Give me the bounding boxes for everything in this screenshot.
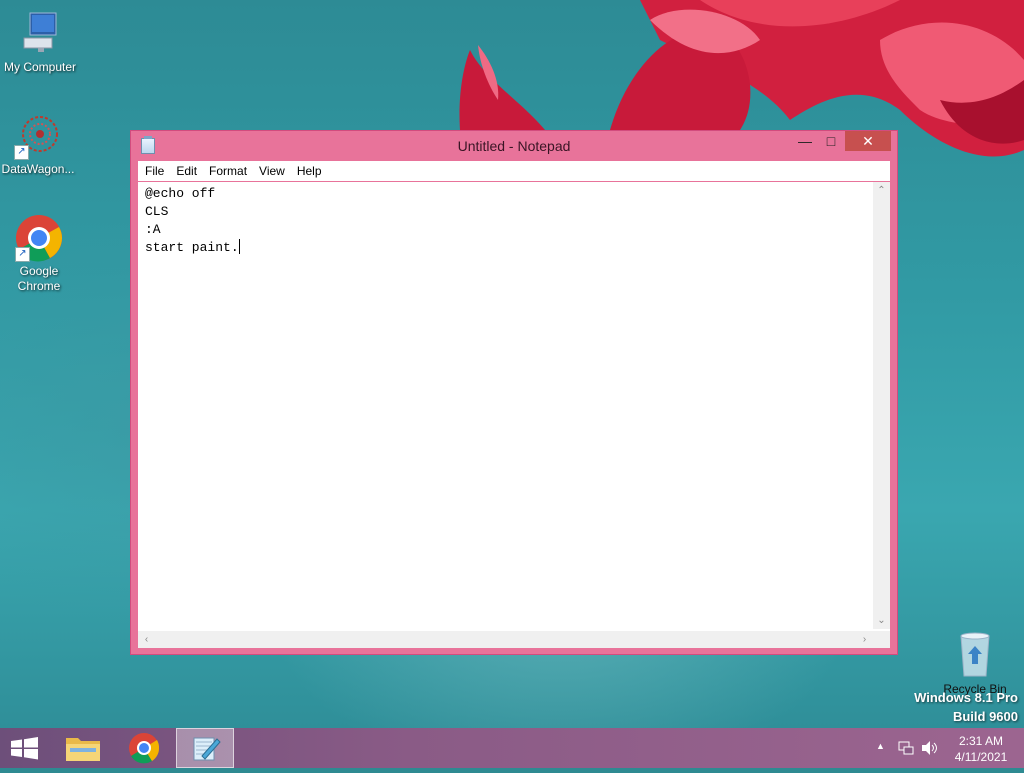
horizontal-scrollbar[interactable]: ‹ › xyxy=(138,631,873,648)
window-title: Untitled - Notepad xyxy=(457,138,571,154)
datawagon-icon: ↗ xyxy=(14,112,62,160)
scroll-right-icon[interactable]: › xyxy=(856,631,873,648)
menu-file[interactable]: File xyxy=(139,161,170,181)
watermark-edition: Windows 8.1 Pro xyxy=(914,690,1018,705)
shortcut-arrow-icon: ↗ xyxy=(15,247,30,262)
text-editor-area[interactable]: @echo off CLS :A start paint. ⌃ ⌄ ‹ › xyxy=(138,182,890,648)
clock-date: 4/11/2021 xyxy=(954,750,1008,764)
show-hidden-icons-icon[interactable]: ▲ xyxy=(876,741,885,751)
system-tray: ▲ 2:31 AM 4/11/2021 xyxy=(870,728,1020,768)
desktop-icon-my-computer[interactable]: My Computer xyxy=(0,10,80,75)
scroll-up-icon[interactable]: ⌃ xyxy=(873,182,890,199)
notepad-window[interactable]: Untitled - Notepad — □ ✕ File Edit Format V… xyxy=(130,130,898,655)
start-button[interactable] xyxy=(0,728,56,768)
close-button[interactable]: ✕ xyxy=(845,131,891,151)
watermark-build: Build 9600 xyxy=(952,709,1018,724)
resize-grip[interactable] xyxy=(873,631,890,648)
menu-bar: File Edit Format View Help xyxy=(138,161,890,181)
desktop-icon-recycle-bin[interactable]: Recycle Bin xyxy=(935,630,1015,697)
scroll-down-icon[interactable]: ⌄ xyxy=(873,612,890,629)
volume-icon[interactable] xyxy=(921,740,939,756)
network-icon[interactable] xyxy=(898,740,914,756)
minimize-button[interactable]: — xyxy=(792,131,818,151)
clock[interactable]: 2:31 AM 4/11/2021 xyxy=(948,733,1014,765)
desktop-icon-label: DataWagon... xyxy=(1,162,75,176)
vertical-scrollbar[interactable]: ⌃ ⌄ xyxy=(873,182,890,629)
taskbar: ▲ 2:31 AM 4/11/2021 xyxy=(0,728,1024,768)
menu-format[interactable]: Format xyxy=(203,161,253,181)
text-caret xyxy=(238,239,240,254)
editor-text: @echo off CLS :A start paint. xyxy=(145,186,239,255)
menu-view[interactable]: View xyxy=(253,161,291,181)
recycle-bin-icon xyxy=(951,630,999,680)
chrome-icon: ↗ xyxy=(15,214,63,262)
desktop-icon-label: Google Chrome xyxy=(17,264,61,293)
folder-icon xyxy=(66,738,100,761)
windows-build-watermark: Windows 8.1 Pro Build 9600 xyxy=(914,690,1018,724)
taskbar-google-chrome[interactable] xyxy=(116,728,172,768)
scroll-left-icon[interactable]: ‹ xyxy=(138,631,155,648)
desktop-icon-datawagon[interactable]: ↗ DataWagon... xyxy=(0,112,78,177)
desktop-icon-google-chrome[interactable]: ↗ Google Chrome xyxy=(0,214,79,294)
taskbar-notepad[interactable] xyxy=(176,728,234,768)
desktop-icon-label: My Computer xyxy=(3,60,77,74)
chrome-icon xyxy=(129,733,160,764)
shortcut-arrow-icon: ↗ xyxy=(14,145,29,160)
menu-help[interactable]: Help xyxy=(291,161,328,181)
clock-time: 2:31 AM xyxy=(958,734,1004,748)
notepad-icon xyxy=(193,737,221,761)
windows-logo-icon xyxy=(11,737,38,760)
menu-edit[interactable]: Edit xyxy=(170,161,203,181)
computer-icon xyxy=(16,10,64,58)
maximize-button[interactable]: □ xyxy=(818,131,844,151)
taskbar-file-explorer[interactable] xyxy=(56,728,112,768)
title-bar[interactable]: Untitled - Notepad — □ ✕ xyxy=(131,131,897,161)
